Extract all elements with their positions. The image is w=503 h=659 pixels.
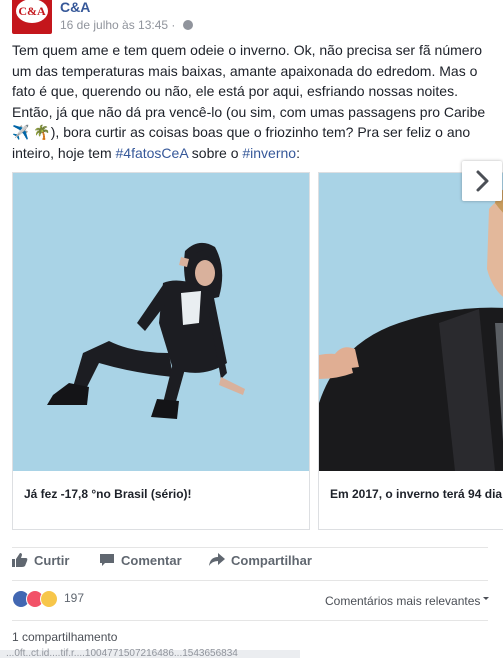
comment-label: Comentar bbox=[121, 553, 182, 568]
divider bbox=[12, 620, 488, 621]
carousel-next-button[interactable] bbox=[462, 161, 502, 201]
card-photo[interactable] bbox=[13, 173, 309, 471]
like-button[interactable]: Curtir bbox=[12, 553, 69, 568]
comment-sort-label: Comentários mais relevantes bbox=[325, 594, 481, 608]
hashtag-link[interactable]: #4fatosCeA bbox=[116, 145, 188, 161]
comment-sort-dropdown[interactable]: Comentários mais relevantes bbox=[325, 594, 490, 608]
card-caption[interactable]: Em 2017, o inverno terá 94 dia bbox=[330, 487, 502, 501]
globe-icon bbox=[182, 20, 193, 30]
status-url-text: ...0ft..ct.id....tif.r....10047715072164… bbox=[6, 648, 238, 659]
page-avatar[interactable]: C&A bbox=[12, 0, 52, 34]
carousel-card[interactable]: Já fez -17,8 °no Brasil (sério)! bbox=[12, 172, 310, 530]
image-carousel: Já fez -17,8 °no Brasil (sério)! Em 2017… bbox=[12, 172, 503, 532]
browser-status-bar: ...0ft..ct.id....tif.r....10047715072164… bbox=[0, 648, 300, 659]
post-text-line: Então, já que não dá pra vencê-lo (ou si… bbox=[12, 103, 486, 120]
divider bbox=[12, 580, 488, 581]
post-actions-bar: Curtir Comentar Compartilhar bbox=[12, 553, 492, 575]
post-timestamp[interactable]: 16 de julho às 13:45 · bbox=[60, 18, 175, 32]
carousel-card[interactable]: Em 2017, o inverno terá 94 dia bbox=[318, 172, 503, 530]
post-text-line: ✈️ 🌴), bora curtir as coisas boas que o … bbox=[12, 124, 471, 141]
text-fragment: inteiro, hoje tem bbox=[12, 144, 116, 161]
post-text: Tem quem ame e tem quem odeie o inverno.… bbox=[12, 40, 492, 164]
share-label: Compartilhar bbox=[231, 553, 312, 568]
post-text-line: inteiro, hoje tem #4fatosCeA sobre o #in… bbox=[12, 143, 492, 164]
caret-down-icon bbox=[483, 597, 490, 603]
haha-reaction-icon[interactable] bbox=[40, 590, 58, 608]
divider bbox=[12, 547, 488, 548]
post-header: C&A C&A 16 de julho às 13:45 · bbox=[12, 0, 492, 38]
share-arrow-icon bbox=[209, 553, 225, 566]
post-meta: 16 de julho às 13:45 · bbox=[60, 18, 193, 32]
post-text-line: Tem quem ame e tem quem odeie o inverno.… bbox=[12, 42, 483, 58]
reaction-count[interactable]: 197 bbox=[64, 591, 84, 605]
card-caption[interactable]: Já fez -17,8 °no Brasil (sério)! bbox=[24, 487, 192, 501]
text-fragment: sobre o bbox=[187, 144, 243, 161]
share-button[interactable]: Compartilhar bbox=[209, 553, 312, 568]
post-text-line: um das temperaturas mais baixas, amante … bbox=[12, 62, 478, 79]
facebook-post: C&A C&A 16 de julho às 13:45 · Tem quem … bbox=[0, 0, 503, 659]
hashtag-link[interactable]: #inverno bbox=[242, 145, 296, 161]
speech-bubble-icon bbox=[100, 554, 114, 566]
like-label: Curtir bbox=[34, 553, 70, 568]
comment-button[interactable]: Comentar bbox=[99, 553, 182, 568]
share-count-link[interactable]: 1 compartilhamento bbox=[12, 630, 117, 644]
card-photo[interactable] bbox=[319, 173, 503, 471]
chevron-right-icon bbox=[476, 170, 489, 192]
text-fragment: : bbox=[296, 144, 300, 161]
thumbs-up-icon bbox=[12, 553, 28, 567]
post-text-line: fato é que, querendo ou não, ele está po… bbox=[12, 83, 458, 100]
reactions-row: 197 Comentários mais relevantes bbox=[12, 590, 492, 608]
man-leather-jacket-photo bbox=[319, 173, 503, 471]
woman-posing-photo bbox=[13, 173, 309, 471]
page-name-link[interactable]: C&A bbox=[60, 0, 90, 15]
brand-logo: C&A bbox=[16, 0, 48, 23]
